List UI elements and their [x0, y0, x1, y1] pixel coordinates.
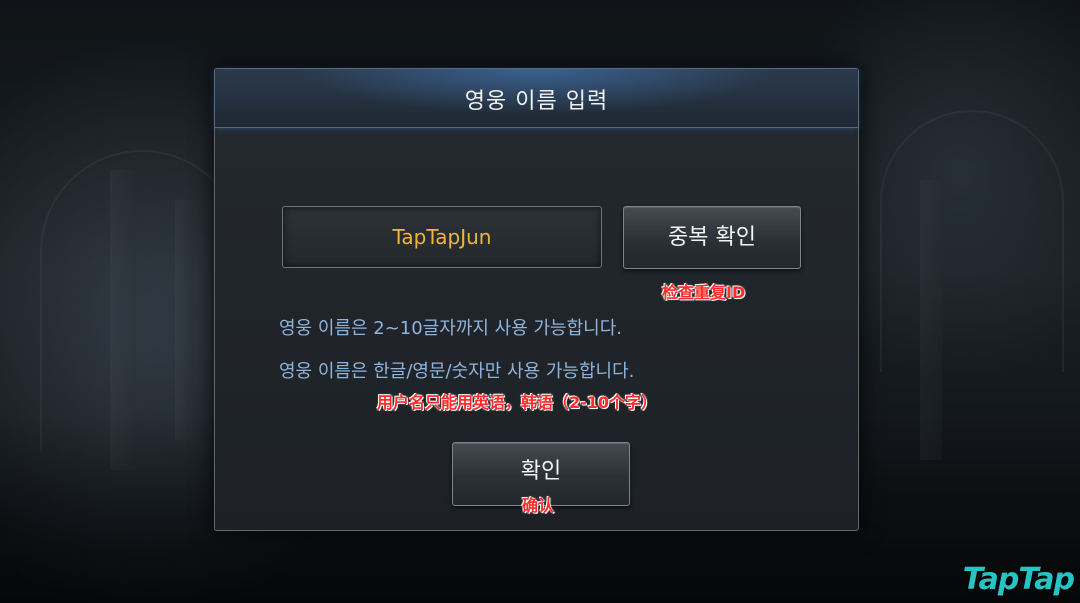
dialog-title: 영웅 이름 입력 [464, 89, 609, 114]
taptap-watermark-logo: TapTap [962, 562, 1075, 597]
annotation-confirm: 确认 [522, 496, 555, 515]
annotation-name-rule: 用户名只能用英语，韩语（2-10个字） [377, 393, 658, 412]
duplicate-check-button[interactable]: 중복 확인 [623, 206, 801, 269]
dialog-header: 영웅 이름 입력 [215, 69, 858, 128]
name-rule-length: 영웅 이름은 2~10글자까지 사용 가능합니다. [279, 318, 623, 339]
annotation-duplicate-check: 检查重复ID [662, 283, 746, 302]
background-arch [880, 110, 1064, 372]
name-rule-characters: 영웅 이름은 한글/영문/숫자만 사용 가능합니다. [279, 361, 635, 382]
hero-name-dialog: 영웅 이름 입력 TapTapJun 중복 확인 检查重复ID 영웅 이름은 2… [214, 68, 859, 531]
background-pillar [175, 200, 193, 440]
hero-name-input[interactable]: TapTapJun [282, 206, 602, 268]
